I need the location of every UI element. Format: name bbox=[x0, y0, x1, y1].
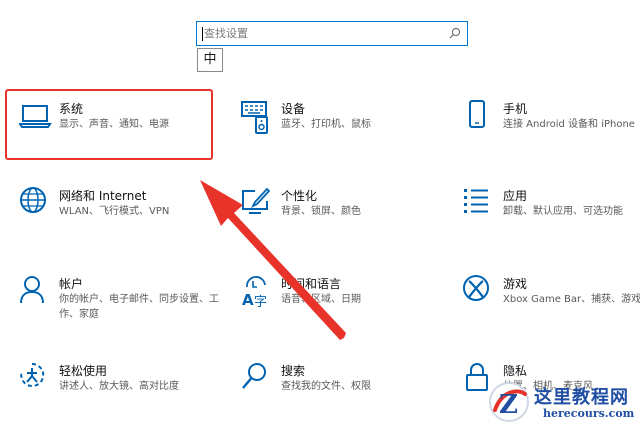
ime-indicator[interactable]: 中 bbox=[197, 48, 223, 72]
svg-text:A: A bbox=[242, 291, 254, 309]
watermark: Z 这里教程网 herecours.com bbox=[487, 380, 639, 426]
tile-time-language[interactable]: A字 时间和语言 语音、区域、日期 bbox=[241, 275, 441, 333]
devices-icon bbox=[241, 100, 275, 134]
time-language-icon: A字 bbox=[241, 275, 275, 309]
ease-of-access-icon bbox=[19, 362, 53, 396]
tile-description: 连接 Android 设备和 iPhone bbox=[503, 119, 635, 130]
tile-accounts[interactable]: 帐户 你的帐户、电子邮件、同步设置、工作、家庭 bbox=[19, 275, 219, 333]
tile-gaming[interactable]: 游戏 Xbox Game Bar、捕获、游戏模式 bbox=[463, 275, 640, 333]
xbox-icon bbox=[463, 275, 497, 309]
tile-title: 手机 bbox=[503, 102, 528, 116]
tile-title: 轻松使用 bbox=[59, 364, 108, 378]
settings-home: 中 系统 显示、声音、通知、电源 设备 蓝牙、打印机、鼠标 手机 连接 Andr… bbox=[0, 0, 640, 427]
tile-title: 游戏 bbox=[503, 277, 528, 291]
search-box[interactable] bbox=[196, 21, 468, 46]
search-input[interactable] bbox=[204, 25, 440, 42]
tile-description: 查找我的文件、权限 bbox=[281, 381, 371, 392]
svg-text:字: 字 bbox=[254, 295, 267, 309]
watermark-logo: Z bbox=[489, 382, 529, 422]
phone-icon bbox=[463, 100, 497, 134]
watermark-title: 这里教程网 bbox=[534, 387, 629, 408]
tile-personalization[interactable]: 个性化 背景、锁屏、颜色 bbox=[241, 187, 441, 245]
personalization-icon bbox=[241, 187, 275, 221]
tile-devices[interactable]: 设备 蓝牙、打印机、鼠标 bbox=[241, 100, 441, 158]
globe-icon bbox=[19, 187, 53, 221]
tile-description: 卸载、默认应用、可选功能 bbox=[503, 206, 623, 217]
highlight-box bbox=[5, 89, 213, 160]
tile-description: 蓝牙、打印机、鼠标 bbox=[281, 119, 371, 130]
tile-title: 应用 bbox=[503, 189, 528, 203]
watermark-url: herecours.com bbox=[543, 407, 635, 420]
tile-title: 时间和语言 bbox=[281, 277, 342, 291]
tile-description: Xbox Game Bar、捕获、游戏模式 bbox=[503, 294, 640, 305]
tile-description: 背景、锁屏、颜色 bbox=[281, 206, 361, 217]
tile-title: 设备 bbox=[281, 102, 306, 116]
tile-description: WLAN、飞行模式、VPN bbox=[59, 206, 170, 217]
tile-network[interactable]: 网络和 Internet WLAN、飞行模式、VPN bbox=[19, 187, 219, 245]
search-icon[interactable] bbox=[449, 27, 461, 39]
tile-title: 搜索 bbox=[281, 364, 306, 378]
tile-title: 帐户 bbox=[59, 277, 84, 291]
tile-title: 个性化 bbox=[281, 189, 318, 203]
search-icon bbox=[241, 362, 275, 396]
text-caret bbox=[202, 27, 203, 41]
watermark-logo-letter: Z bbox=[499, 390, 518, 420]
tile-description: 语音、区域、日期 bbox=[281, 294, 361, 305]
tile-search[interactable]: 搜索 查找我的文件、权限 bbox=[241, 362, 441, 420]
person-icon bbox=[19, 275, 53, 309]
tile-ease-of-access[interactable]: 轻松使用 讲述人、放大镜、高对比度 bbox=[19, 362, 219, 420]
tile-phone[interactable]: 手机 连接 Android 设备和 iPhone bbox=[463, 100, 640, 158]
tile-title: 隐私 bbox=[503, 364, 528, 378]
tile-apps[interactable]: 应用 卸载、默认应用、可选功能 bbox=[463, 187, 640, 245]
tile-title: 网络和 Internet bbox=[59, 189, 147, 203]
tile-description: 讲述人、放大镜、高对比度 bbox=[59, 381, 179, 392]
apps-icon bbox=[463, 187, 497, 221]
tile-description: 你的帐户、电子邮件、同步设置、工作、家庭 bbox=[59, 294, 219, 320]
